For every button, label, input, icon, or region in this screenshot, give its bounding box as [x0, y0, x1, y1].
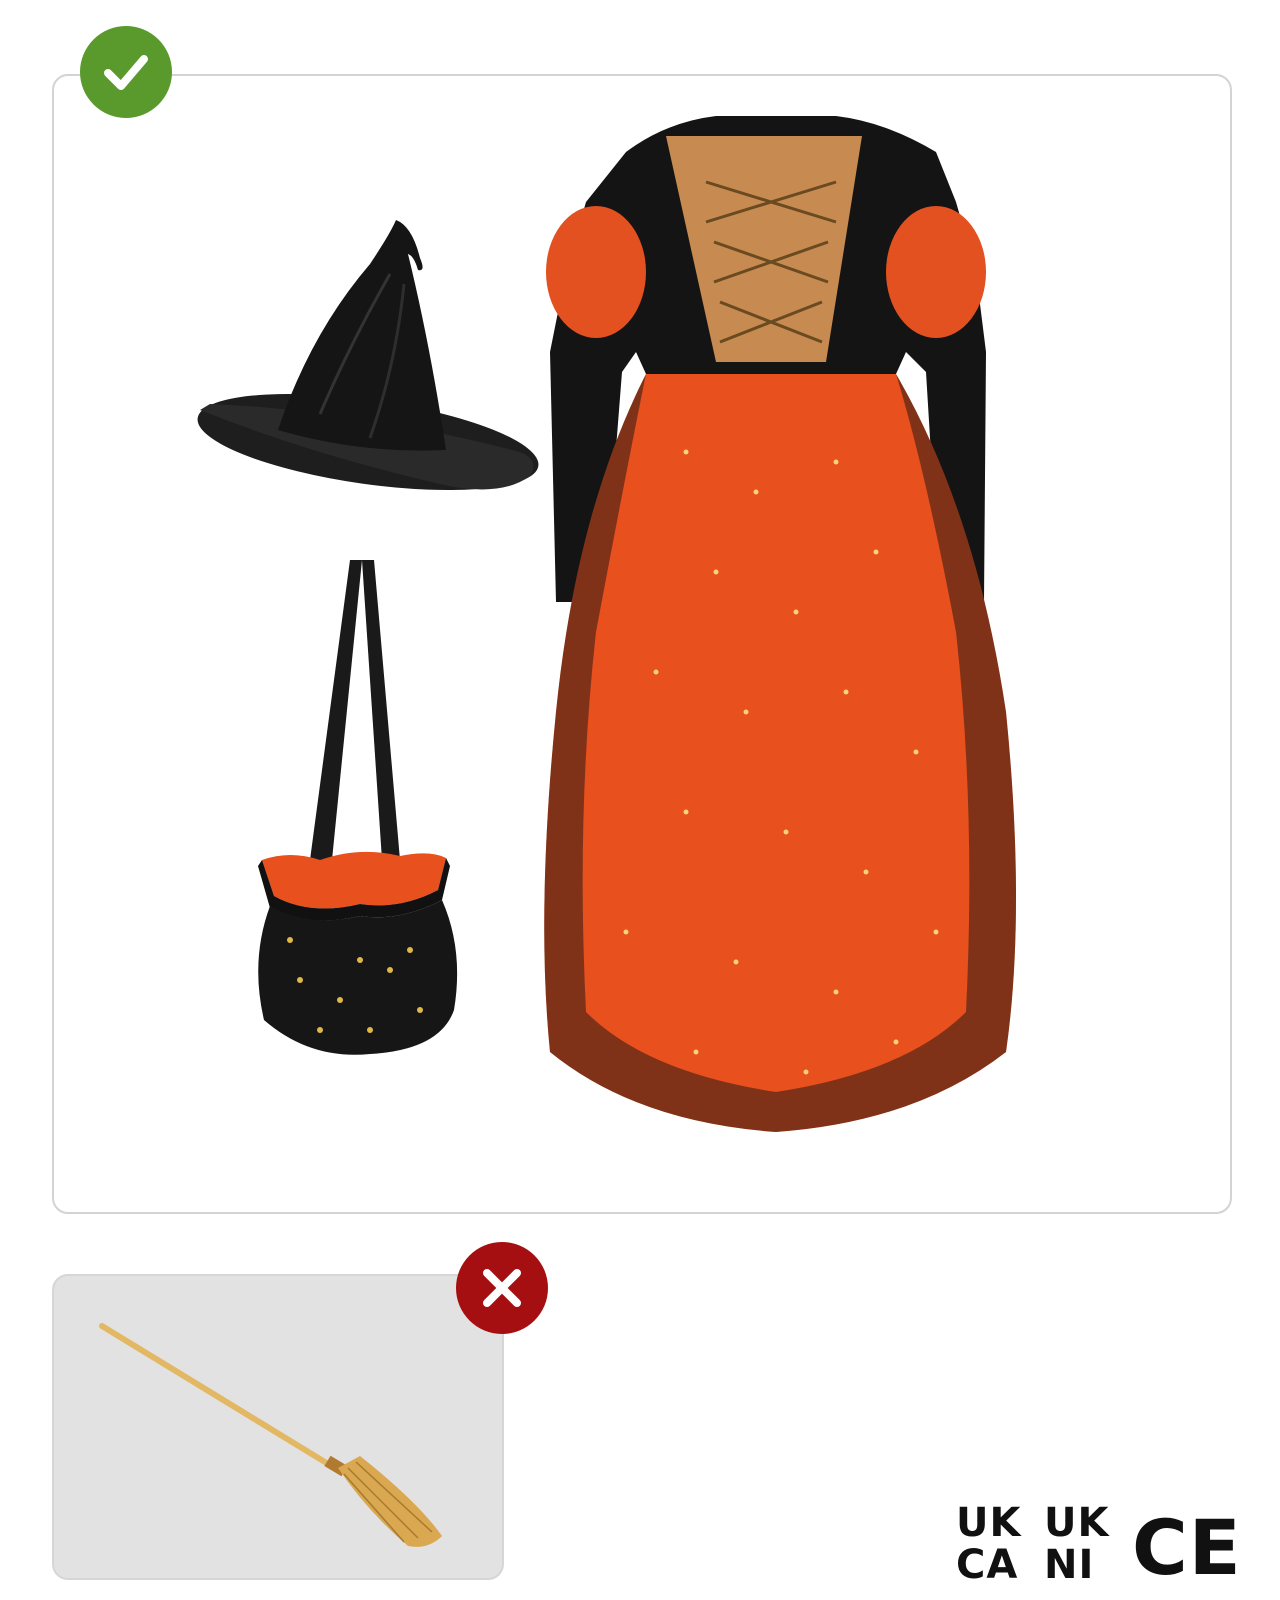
- broom-icon: [99, 1323, 442, 1547]
- witch-dress-icon: [544, 116, 1016, 1132]
- certification-marks: UK CA UK NI CE: [956, 1500, 1236, 1584]
- close-icon: [456, 1242, 548, 1334]
- check-icon: [80, 26, 172, 118]
- ukca-mark-line-1: UK: [956, 1500, 1022, 1546]
- witch-hat-icon: [197, 220, 539, 490]
- drawstring-bag-icon: [258, 560, 458, 1055]
- ce-mark: CE: [1132, 1503, 1236, 1584]
- ukni-mark-line-1: UK: [1044, 1500, 1110, 1546]
- ukca-mark-line-2: CA: [956, 1542, 1018, 1584]
- ukni-mark-line-2: NI: [1044, 1542, 1094, 1584]
